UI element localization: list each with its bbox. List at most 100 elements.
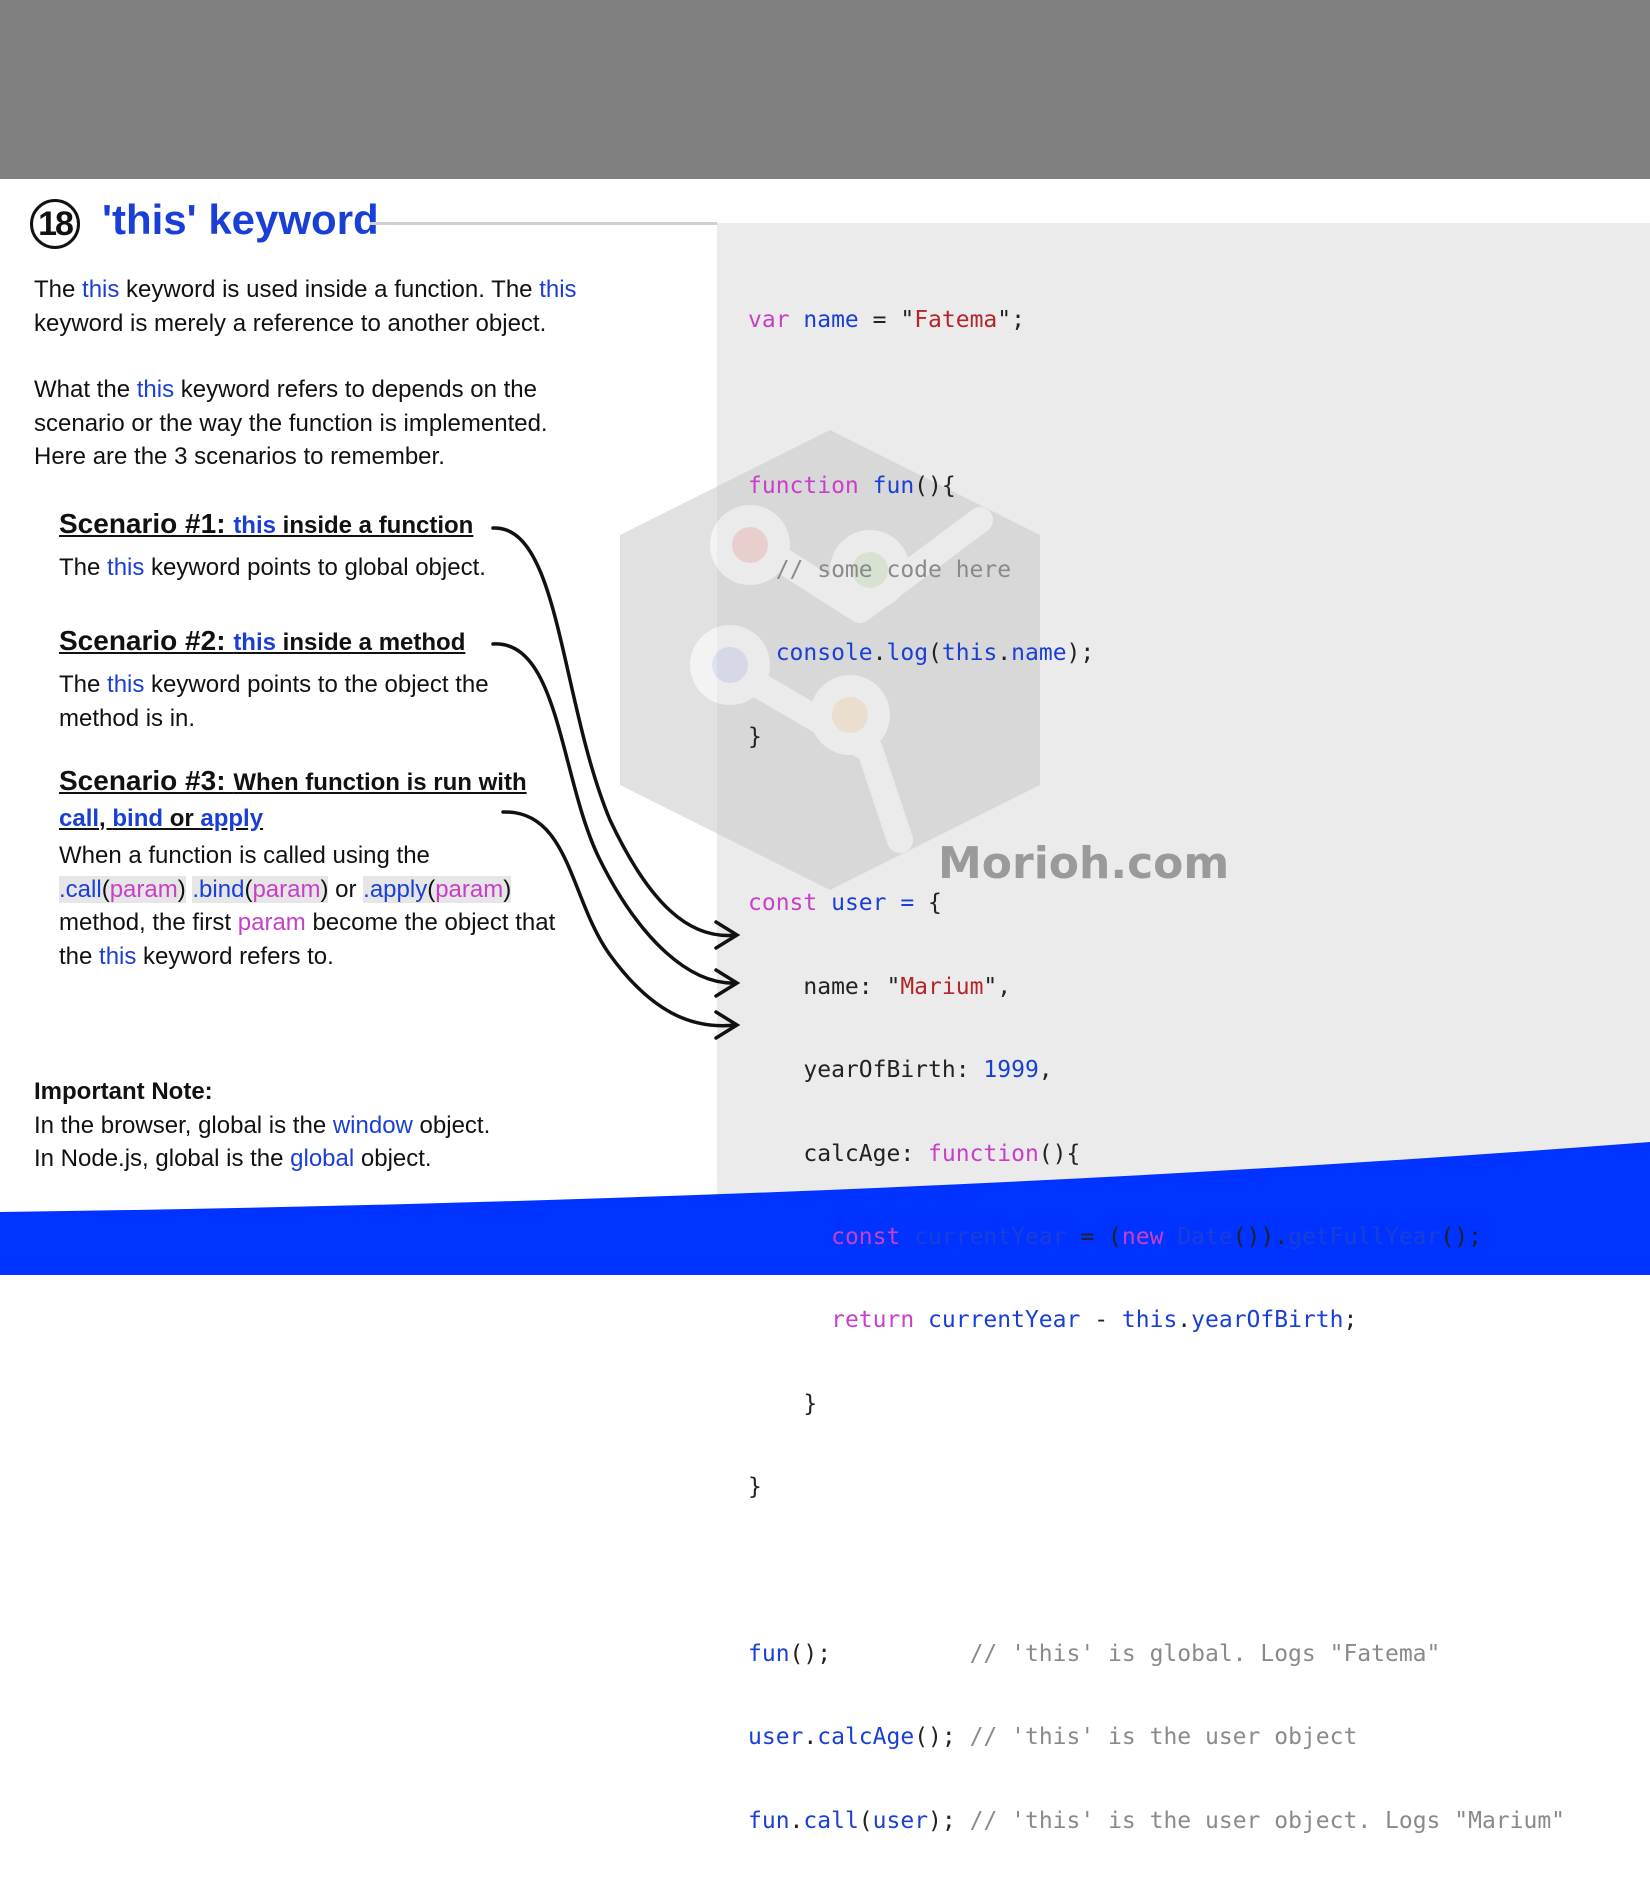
token: = " xyxy=(858,306,915,333)
scenario-1-heading: Scenario #1: this inside a function xyxy=(59,508,473,540)
token: const xyxy=(748,890,818,917)
text: object. xyxy=(412,1111,491,1139)
token: user xyxy=(748,1724,804,1751)
token: name: " xyxy=(748,973,901,1000)
apply-param-chip: .apply(param) xyxy=(363,875,512,903)
keyword-apply: apply xyxy=(200,805,264,832)
code-comment: // 'this' is the user object xyxy=(955,1724,1358,1751)
param-text: param xyxy=(252,875,321,903)
token: user xyxy=(872,1807,929,1834)
text: ( xyxy=(101,875,110,903)
text: In the browser, global is the xyxy=(34,1111,333,1139)
token: (); xyxy=(1440,1224,1482,1250)
token: log xyxy=(886,640,929,667)
text: ) xyxy=(177,875,186,903)
token: currentYear xyxy=(900,1224,1067,1250)
code-line: return currentYear - this.yearOfBirth; xyxy=(748,1300,1565,1342)
token: function xyxy=(928,1140,1039,1167)
code-line: calcAge: function(){ xyxy=(748,1134,1565,1176)
important-note: Important Note: In the browser, global i… xyxy=(34,1075,654,1176)
text: , xyxy=(99,805,113,832)
scenario-2-description: The this keyword points to the object th… xyxy=(59,668,529,735)
top-banner xyxy=(0,0,1650,179)
token: { xyxy=(914,890,942,917)
token: Marium xyxy=(900,973,984,1000)
scenario-label: Scenario #1: xyxy=(59,508,234,539)
scenario-label: Scenario #2: xyxy=(59,625,234,656)
token: ; xyxy=(1343,1307,1358,1334)
keyword-this: this xyxy=(539,276,577,303)
intro-paragraph-2: What the this keyword refers to depends … xyxy=(34,373,604,474)
code-line: fun(); // 'this' is global. Logs "Fatema… xyxy=(748,1634,1565,1676)
code-line: var name = "Fatema"; xyxy=(748,300,1565,342)
token: getFullYear xyxy=(1288,1224,1441,1250)
token: (){ xyxy=(914,473,956,500)
token: "; xyxy=(997,306,1025,333)
token: 1999 xyxy=(983,1057,1039,1084)
token: . xyxy=(789,1807,804,1834)
code-block: var name = "Fatema"; function fun(){ // … xyxy=(748,258,1565,1884)
token: call xyxy=(803,1807,859,1834)
keyword-this: this xyxy=(136,376,175,403)
token: Fatema xyxy=(914,306,998,333)
text: object. xyxy=(354,1145,432,1172)
token: function xyxy=(748,473,859,500)
keyword-this: this xyxy=(99,942,137,970)
token: fun xyxy=(858,473,915,500)
token: var xyxy=(748,306,790,333)
token: console xyxy=(775,640,873,667)
token: ); xyxy=(1066,640,1095,667)
keyword-call: call xyxy=(59,805,100,832)
intro-paragraph-1: The this keyword is used inside a functi… xyxy=(34,273,634,340)
token: currentYear xyxy=(914,1307,1081,1334)
token: yearOfBirth: xyxy=(748,1057,984,1084)
token: ( xyxy=(928,640,942,667)
call-param-chip: .call(param) xyxy=(59,875,186,903)
text: keyword is used inside a function. The xyxy=(119,276,540,303)
token: fun xyxy=(748,1807,790,1834)
scenario-1-description: The this keyword points to global object… xyxy=(59,551,559,585)
bind-param-chip: .bind(param) xyxy=(192,875,329,903)
token: fun xyxy=(748,1640,790,1667)
code-line: const user = { xyxy=(748,883,1565,925)
token: . xyxy=(997,640,1012,667)
keyword-this: this xyxy=(233,512,276,539)
keyword-bind: bind xyxy=(112,805,164,832)
text: The xyxy=(59,671,108,698)
token: user xyxy=(817,890,887,917)
token: ()). xyxy=(1232,1224,1289,1250)
code-line: function fun(){ xyxy=(748,466,1565,508)
code-comment-line: // some code here xyxy=(748,556,1012,583)
code-line: } xyxy=(748,1474,762,1501)
page-title: 'this' keyword xyxy=(102,196,379,243)
code-comment: // 'this' is the user object. Logs "Mari… xyxy=(955,1807,1566,1834)
text: When a function is called using the xyxy=(59,842,430,869)
token: . xyxy=(1177,1307,1192,1334)
token: calcAge: xyxy=(748,1140,929,1167)
token: Date xyxy=(1163,1224,1233,1250)
code-line: fun.call(user); // 'this' is the user ob… xyxy=(748,1801,1565,1843)
token: this xyxy=(941,640,998,667)
text: keyword points to global object. xyxy=(144,554,486,581)
param-text: param xyxy=(109,875,178,903)
scenario-3-description: When a function is called using the .cal… xyxy=(59,839,579,973)
token: (); xyxy=(789,1640,832,1667)
keyword-this: this xyxy=(107,554,145,581)
code-line: } xyxy=(748,1390,818,1417)
text: method, the first xyxy=(59,909,238,936)
token: new xyxy=(1121,1224,1164,1250)
section-number-badge: 18 xyxy=(30,199,80,249)
keyword-this: this xyxy=(82,276,120,303)
token: calcAge xyxy=(817,1724,915,1751)
code-line: console.log(this.name); xyxy=(748,633,1565,675)
token: return xyxy=(831,1307,915,1334)
token: (); xyxy=(914,1724,956,1751)
token: (){ xyxy=(1038,1140,1081,1167)
scenario-label: Scenario #3: xyxy=(59,765,234,796)
scenario-subtitle: inside a method xyxy=(275,629,466,656)
code-line: user.calcAge(); // 'this' is the user ob… xyxy=(748,1717,1565,1759)
